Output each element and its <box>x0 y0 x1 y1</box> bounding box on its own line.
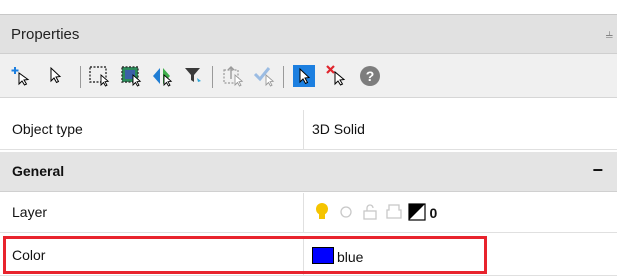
filter-select-icon[interactable] <box>253 64 277 88</box>
highlight-select-icon[interactable] <box>292 64 316 88</box>
window-select-icon[interactable] <box>88 64 112 88</box>
quick-select-icon[interactable] <box>182 64 206 88</box>
toolbar-separator <box>80 66 81 88</box>
properties-titlebar: Properties ⫨ <box>0 14 617 54</box>
column-divider <box>303 236 304 276</box>
sun-icon <box>340 206 352 218</box>
color-name: blue <box>337 249 364 265</box>
panel-title: Properties <box>11 26 80 43</box>
select-objects-icon[interactable] <box>44 64 68 88</box>
section-header-general[interactable]: General − <box>0 152 617 192</box>
layer-name: 0 <box>429 205 438 221</box>
layer-value[interactable]: 0 <box>312 202 437 222</box>
print-icon <box>386 204 402 219</box>
property-row-color[interactable]: Color blue <box>0 236 617 276</box>
toolbar-separator <box>283 66 284 88</box>
property-value: 3D Solid <box>312 121 365 137</box>
property-label: Layer <box>12 204 48 220</box>
column-divider <box>303 193 304 233</box>
toolbar-separator <box>212 66 213 88</box>
property-row-layer[interactable]: Layer 0 <box>0 193 617 233</box>
add-selected-icon[interactable] <box>10 64 34 88</box>
section-title: General <box>12 163 65 179</box>
unlock-icon <box>363 204 377 220</box>
bulb-on-icon <box>316 203 328 219</box>
clear-select-icon[interactable] <box>325 64 349 88</box>
toggle-pickadd-icon[interactable] <box>151 64 175 88</box>
color-value[interactable]: blue <box>312 247 363 265</box>
crossing-select-icon[interactable] <box>120 64 144 88</box>
svg-text:?: ? <box>366 68 375 84</box>
top-gap <box>0 0 617 14</box>
layer-color-swatch <box>407 203 426 221</box>
property-row-object-type[interactable]: Object type 3D Solid <box>0 110 617 150</box>
pin-icon[interactable]: ⫨ <box>606 26 613 42</box>
collapse-icon[interactable]: − <box>592 160 603 181</box>
property-label: Color <box>12 247 46 263</box>
help-icon[interactable]: ? <box>358 64 382 88</box>
properties-toolbar: ? <box>0 54 617 98</box>
inherit-icon[interactable] <box>222 64 246 88</box>
property-label: Object type <box>12 121 83 137</box>
color-swatch <box>312 247 334 264</box>
column-divider <box>303 110 304 150</box>
